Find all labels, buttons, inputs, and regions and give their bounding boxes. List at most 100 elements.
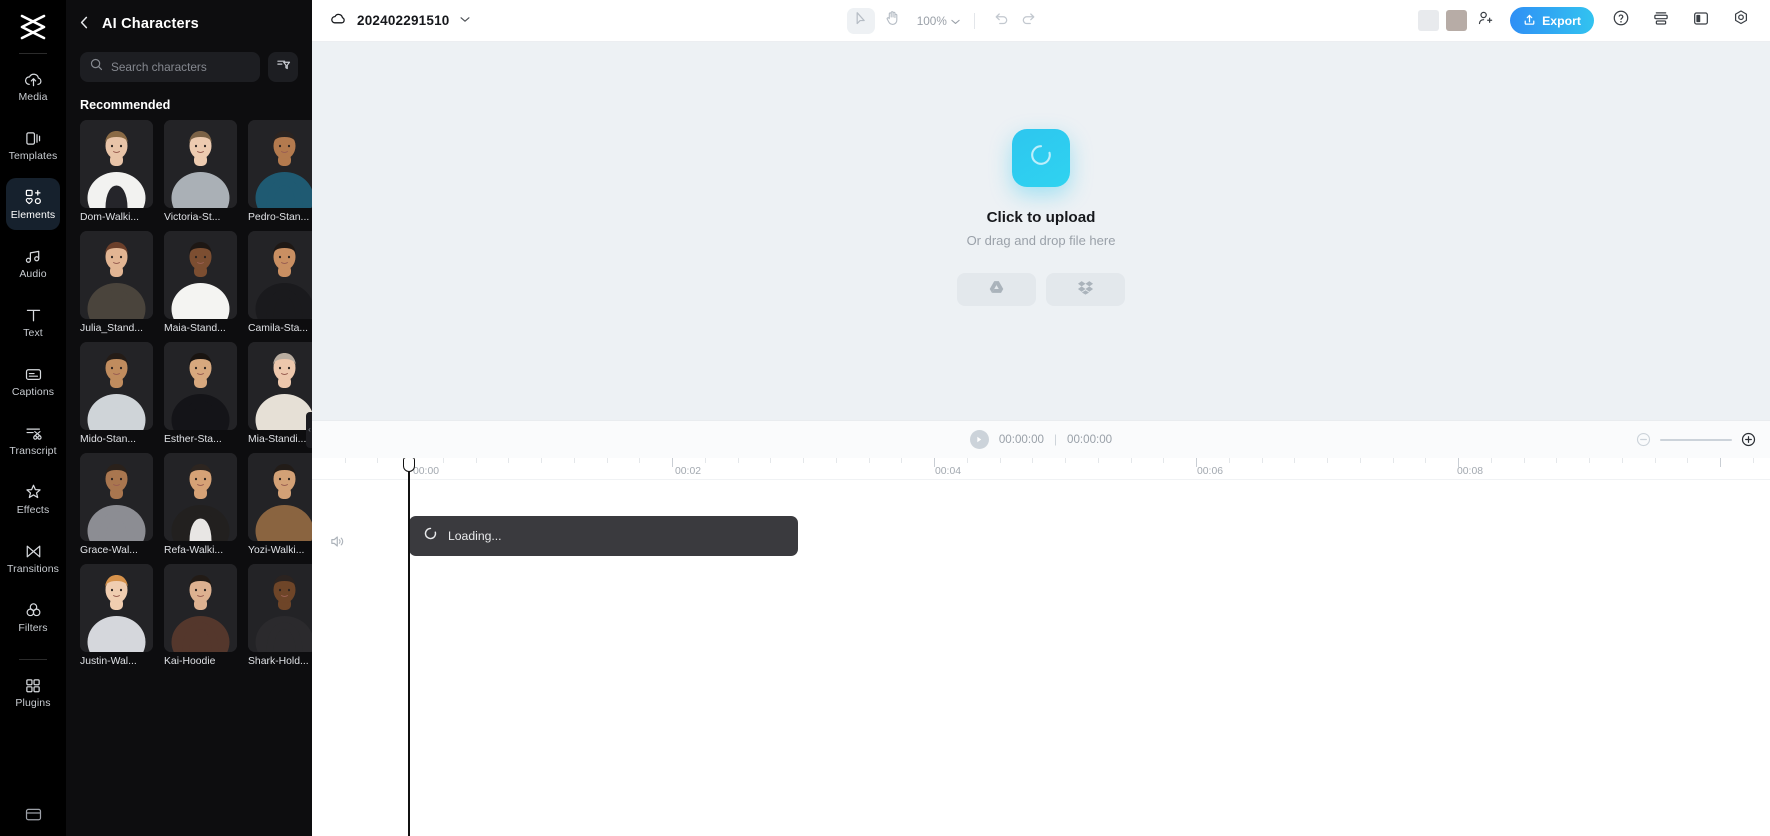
cloud-import-buttons bbox=[957, 272, 1125, 306]
zoom-in-icon[interactable] bbox=[1741, 432, 1756, 447]
sidebar-item-media[interactable]: Media bbox=[6, 60, 60, 112]
character-card[interactable]: Yozi-Walki... bbox=[248, 453, 312, 556]
timeline-tracks: Loading... bbox=[312, 480, 1770, 836]
export-button[interactable]: Export bbox=[1510, 7, 1595, 34]
character-card[interactable]: Shark-Hold... bbox=[248, 564, 312, 667]
page-title: AI Characters bbox=[102, 16, 199, 32]
avatar[interactable] bbox=[1418, 10, 1440, 31]
character-thumbnail bbox=[248, 231, 312, 319]
settings-button[interactable] bbox=[1728, 8, 1754, 34]
character-card[interactable]: Mia-Standi... bbox=[248, 342, 312, 445]
sidebar-item-templates[interactable]: Templates bbox=[6, 119, 60, 171]
sidebar-item-label: Filters bbox=[18, 622, 48, 635]
left-rail: Media Templates Elements Audio Text Capt… bbox=[0, 0, 66, 836]
timeline-ruler[interactable]: 00:00 00:02 00:04 00:06 00:08 bbox=[312, 458, 1770, 480]
sidebar-item-plugins[interactable]: Plugins bbox=[6, 666, 60, 718]
sidebar-item-text[interactable]: Text bbox=[6, 296, 60, 348]
collapse-chevron-icon: ‹ bbox=[308, 425, 311, 434]
upload-dropzone[interactable]: Click to upload Or drag and drop file he… bbox=[957, 128, 1125, 306]
ruler-label: 00:08 bbox=[1457, 466, 1484, 477]
character-card[interactable]: Kai-Hoodie bbox=[164, 564, 237, 667]
project-name[interactable]: 202402291510 bbox=[357, 13, 450, 28]
more-panel-icon[interactable] bbox=[24, 806, 43, 828]
timeline[interactable]: 00:00 00:02 00:04 00:06 00:08 Loading... bbox=[312, 458, 1770, 836]
character-card[interactable]: Maia-Stand... bbox=[164, 231, 237, 334]
ruler-minor-tick bbox=[1097, 458, 1099, 463]
character-thumbnail bbox=[80, 453, 153, 541]
export-button-label: Export bbox=[1542, 13, 1582, 28]
timeline-clip-loading[interactable]: Loading... bbox=[409, 516, 798, 556]
character-thumbnail bbox=[248, 453, 312, 541]
sidebar-item-label: Media bbox=[18, 91, 48, 104]
sidebar-item-effects[interactable]: Effects bbox=[6, 473, 60, 525]
select-tool-button[interactable] bbox=[846, 7, 875, 34]
ruler-major-tick bbox=[1720, 458, 1721, 467]
character-card[interactable]: Grace-Wal... bbox=[80, 453, 153, 556]
google-drive-button[interactable] bbox=[957, 272, 1036, 306]
sidebar-item-filters[interactable]: Filters bbox=[6, 591, 60, 643]
search-input[interactable] bbox=[111, 60, 250, 74]
character-card[interactable]: Victoria-St... bbox=[164, 120, 237, 223]
sidebar-item-elements[interactable]: Elements bbox=[6, 178, 60, 230]
redo-button[interactable] bbox=[1017, 9, 1041, 33]
character-card[interactable]: Mido-Stan... bbox=[80, 342, 153, 445]
character-thumbnail bbox=[248, 564, 312, 652]
transitions-icon bbox=[23, 541, 43, 561]
filter-button[interactable] bbox=[268, 52, 298, 82]
project-chevron-down-icon[interactable] bbox=[460, 15, 470, 26]
character-card[interactable]: Esther-Sta... bbox=[164, 342, 237, 445]
invite-button[interactable] bbox=[1474, 10, 1496, 32]
split-view-button[interactable] bbox=[1688, 8, 1714, 34]
undo-button[interactable] bbox=[989, 9, 1013, 33]
help-button[interactable] bbox=[1608, 8, 1634, 34]
dropbox-button[interactable] bbox=[1046, 272, 1125, 306]
character-grid: Dom-Walki... Victoria-St... Pedro-Stan... J… bbox=[66, 120, 312, 667]
sidebar-item-audio[interactable]: Audio bbox=[6, 237, 60, 289]
sidebar-item-captions[interactable]: Captions bbox=[6, 355, 60, 407]
redo-icon bbox=[1021, 11, 1037, 30]
ruler-minor-tick bbox=[1490, 458, 1492, 463]
zoom-out-icon[interactable] bbox=[1636, 432, 1651, 447]
character-card[interactable]: Pedro-Stan... bbox=[248, 120, 312, 223]
play-button[interactable] bbox=[969, 430, 989, 449]
transcript-scissors-icon bbox=[23, 423, 43, 443]
ruler-minor-tick bbox=[1425, 458, 1427, 463]
track-controls bbox=[328, 532, 350, 550]
ruler-minor-tick bbox=[1523, 458, 1525, 463]
loading-spinner-icon bbox=[1028, 142, 1054, 173]
search-characters-box[interactable] bbox=[80, 52, 260, 82]
ruler-minor-tick bbox=[704, 458, 706, 463]
sidebar-item-transcript[interactable]: Transcript bbox=[6, 414, 60, 466]
capcut-logo-icon[interactable] bbox=[13, 10, 53, 44]
ruler-minor-tick bbox=[1261, 458, 1263, 463]
character-card[interactable]: Dom-Walki... bbox=[80, 120, 153, 223]
timeline-zoom-slider[interactable] bbox=[1660, 438, 1732, 441]
playhead-handle[interactable] bbox=[402, 458, 415, 472]
time-separator: | bbox=[1053, 433, 1057, 446]
current-time: 00:00:00 bbox=[998, 433, 1044, 446]
section-title: Recommended bbox=[80, 98, 171, 112]
ruler-minor-tick bbox=[1589, 458, 1590, 463]
upload-icon-tile[interactable] bbox=[1012, 128, 1070, 187]
avatar[interactable] bbox=[1446, 10, 1468, 31]
ruler-minor-tick bbox=[1392, 458, 1394, 463]
zoom-level-selector[interactable]: 100% bbox=[917, 14, 960, 28]
character-card[interactable]: Julia_Stand... bbox=[80, 231, 153, 334]
templates-icon bbox=[23, 128, 43, 148]
ruler-minor-tick bbox=[1032, 458, 1034, 463]
speaker-icon[interactable] bbox=[328, 532, 346, 550]
ruler-minor-tick bbox=[803, 458, 804, 463]
timeline-playhead[interactable] bbox=[402, 458, 415, 836]
character-card[interactable]: Refa-Walki... bbox=[164, 453, 237, 556]
hand-tool-button[interactable] bbox=[879, 8, 907, 34]
rail-divider bbox=[19, 53, 47, 54]
character-card[interactable]: Justin-Wal... bbox=[80, 564, 153, 667]
question-circle-icon bbox=[1612, 9, 1630, 32]
preview-canvas[interactable]: Click to upload Or drag and drop file he… bbox=[312, 42, 1770, 420]
ruler-minor-tick bbox=[770, 458, 772, 463]
sidebar-item-transitions[interactable]: Transitions bbox=[6, 532, 60, 584]
ruler-label: 00:00 bbox=[413, 466, 440, 477]
layout-button[interactable] bbox=[1648, 8, 1674, 34]
chevron-left-icon[interactable] bbox=[80, 16, 92, 32]
character-card[interactable]: Camila-Sta... bbox=[248, 231, 312, 334]
